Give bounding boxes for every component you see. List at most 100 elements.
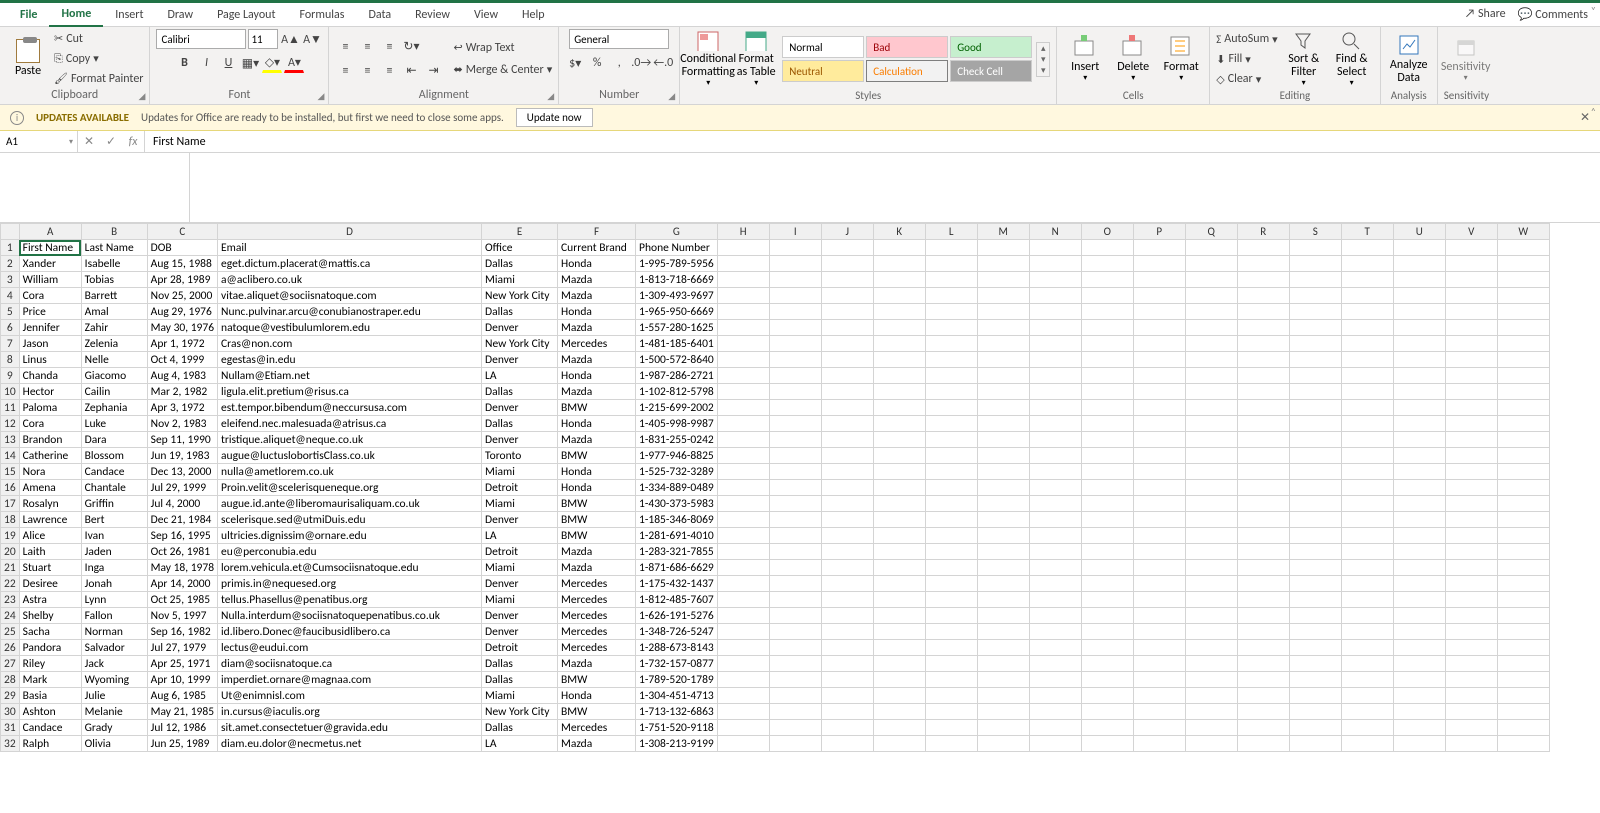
cell-C23[interactable]: Oct 25, 1985 xyxy=(147,592,217,608)
cell-T5[interactable] xyxy=(1341,304,1393,320)
cell-T17[interactable] xyxy=(1341,496,1393,512)
align-center-icon[interactable]: ≡ xyxy=(357,61,377,81)
cell-W19[interactable] xyxy=(1497,528,1549,544)
row-header-5[interactable]: 5 xyxy=(1,304,20,320)
cell-D18[interactable]: scelerisque.sed@utmiDuis.edu xyxy=(218,512,482,528)
cell-W11[interactable] xyxy=(1497,400,1549,416)
cell-V8[interactable] xyxy=(1445,352,1497,368)
cell-R4[interactable] xyxy=(1237,288,1289,304)
tab-data[interactable]: Data xyxy=(356,4,403,26)
spreadsheet-grid[interactable]: ABCDEFGHIJKLMNOPQRSTUVW1First NameLast N… xyxy=(0,223,1600,813)
cell-Q26[interactable] xyxy=(1185,640,1237,656)
cell-F28[interactable]: BMW xyxy=(558,672,636,688)
cell-L2[interactable] xyxy=(925,256,977,272)
cell-L17[interactable] xyxy=(925,496,977,512)
cell-M11[interactable] xyxy=(977,400,1029,416)
cell-L29[interactable] xyxy=(925,688,977,704)
cell-H19[interactable] xyxy=(717,528,769,544)
cell-F7[interactable]: Mercedes xyxy=(558,336,636,352)
tab-page-layout[interactable]: Page Layout xyxy=(205,4,287,26)
cell-M7[interactable] xyxy=(977,336,1029,352)
column-header-O[interactable]: O xyxy=(1081,224,1133,240)
find-select-button[interactable]: Find & Select▾ xyxy=(1330,30,1374,88)
cell-E21[interactable]: Miami xyxy=(482,560,558,576)
cell-B17[interactable]: Griffin xyxy=(81,496,147,512)
cell-O16[interactable] xyxy=(1081,480,1133,496)
cell-I20[interactable] xyxy=(769,544,821,560)
cell-G25[interactable]: 1-348-726-5247 xyxy=(636,624,718,640)
cell-E5[interactable]: Dallas xyxy=(482,304,558,320)
cell-B32[interactable]: Olivia xyxy=(81,736,147,752)
cell-E18[interactable]: Denver xyxy=(482,512,558,528)
cell-T21[interactable] xyxy=(1341,560,1393,576)
cell-I23[interactable] xyxy=(769,592,821,608)
cell-T19[interactable] xyxy=(1341,528,1393,544)
cell-W3[interactable] xyxy=(1497,272,1549,288)
cell-B5[interactable]: Amal xyxy=(81,304,147,320)
row-header-11[interactable]: 11 xyxy=(1,400,20,416)
cell-M19[interactable] xyxy=(977,528,1029,544)
cell-E12[interactable]: Dallas xyxy=(482,416,558,432)
cell-A15[interactable]: Nora xyxy=(19,464,81,480)
style-normal[interactable]: Normal xyxy=(782,36,864,58)
cell-M4[interactable] xyxy=(977,288,1029,304)
row-header-4[interactable]: 4 xyxy=(1,288,20,304)
number-dialog-launcher[interactable]: ◢ xyxy=(668,91,675,102)
style-good[interactable]: Good xyxy=(950,36,1032,58)
cell-L20[interactable] xyxy=(925,544,977,560)
cell-Q19[interactable] xyxy=(1185,528,1237,544)
cell-E23[interactable]: Miami xyxy=(482,592,558,608)
cell-P22[interactable] xyxy=(1133,576,1185,592)
cell-C30[interactable]: May 21, 1985 xyxy=(147,704,217,720)
cell-T28[interactable] xyxy=(1341,672,1393,688)
cell-F12[interactable]: Honda xyxy=(558,416,636,432)
cell-L7[interactable] xyxy=(925,336,977,352)
cell-L24[interactable] xyxy=(925,608,977,624)
cell-Q25[interactable] xyxy=(1185,624,1237,640)
cell-C29[interactable]: Aug 6, 1985 xyxy=(147,688,217,704)
cell-A23[interactable]: Astra xyxy=(19,592,81,608)
cell-H3[interactable] xyxy=(717,272,769,288)
cell-F21[interactable]: Mazda xyxy=(558,560,636,576)
cell-S30[interactable] xyxy=(1289,704,1341,720)
cell-E4[interactable]: New York City xyxy=(482,288,558,304)
cell-J28[interactable] xyxy=(821,672,873,688)
cell-N22[interactable] xyxy=(1029,576,1081,592)
increase-indent-icon[interactable]: ⇥ xyxy=(423,61,443,81)
cell-V3[interactable] xyxy=(1445,272,1497,288)
cell-K31[interactable] xyxy=(873,720,925,736)
cell-N25[interactable] xyxy=(1029,624,1081,640)
cell-B28[interactable]: Wyoming xyxy=(81,672,147,688)
cell-P2[interactable] xyxy=(1133,256,1185,272)
cell-P17[interactable] xyxy=(1133,496,1185,512)
cell-Q7[interactable] xyxy=(1185,336,1237,352)
cell-S24[interactable] xyxy=(1289,608,1341,624)
cell-T25[interactable] xyxy=(1341,624,1393,640)
font-dialog-launcher[interactable]: ◢ xyxy=(318,91,325,102)
cell-C26[interactable]: Jul 27, 1979 xyxy=(147,640,217,656)
cell-J9[interactable] xyxy=(821,368,873,384)
cell-W2[interactable] xyxy=(1497,256,1549,272)
tab-formulas[interactable]: Formulas xyxy=(288,4,357,26)
cell-H14[interactable] xyxy=(717,448,769,464)
cell-R15[interactable] xyxy=(1237,464,1289,480)
comma-format-icon[interactable]: , xyxy=(609,53,629,73)
collapse-ribbon-icon[interactable]: ˄ xyxy=(1591,105,1596,118)
cell-F2[interactable]: Honda xyxy=(558,256,636,272)
cell-D7[interactable]: Cras@non.com xyxy=(218,336,482,352)
cell-N30[interactable] xyxy=(1029,704,1081,720)
cell-A9[interactable]: Chanda xyxy=(19,368,81,384)
cell-N19[interactable] xyxy=(1029,528,1081,544)
align-top-icon[interactable]: ≡ xyxy=(335,37,355,57)
cell-M24[interactable] xyxy=(977,608,1029,624)
cell-H27[interactable] xyxy=(717,656,769,672)
cell-I14[interactable] xyxy=(769,448,821,464)
cell-R12[interactable] xyxy=(1237,416,1289,432)
cell-Q16[interactable] xyxy=(1185,480,1237,496)
style-bad[interactable]: Bad xyxy=(866,36,948,58)
cell-B8[interactable]: Nelle xyxy=(81,352,147,368)
cell-B21[interactable]: Inga xyxy=(81,560,147,576)
cell-U16[interactable] xyxy=(1393,480,1445,496)
row-header-14[interactable]: 14 xyxy=(1,448,20,464)
row-header-7[interactable]: 7 xyxy=(1,336,20,352)
